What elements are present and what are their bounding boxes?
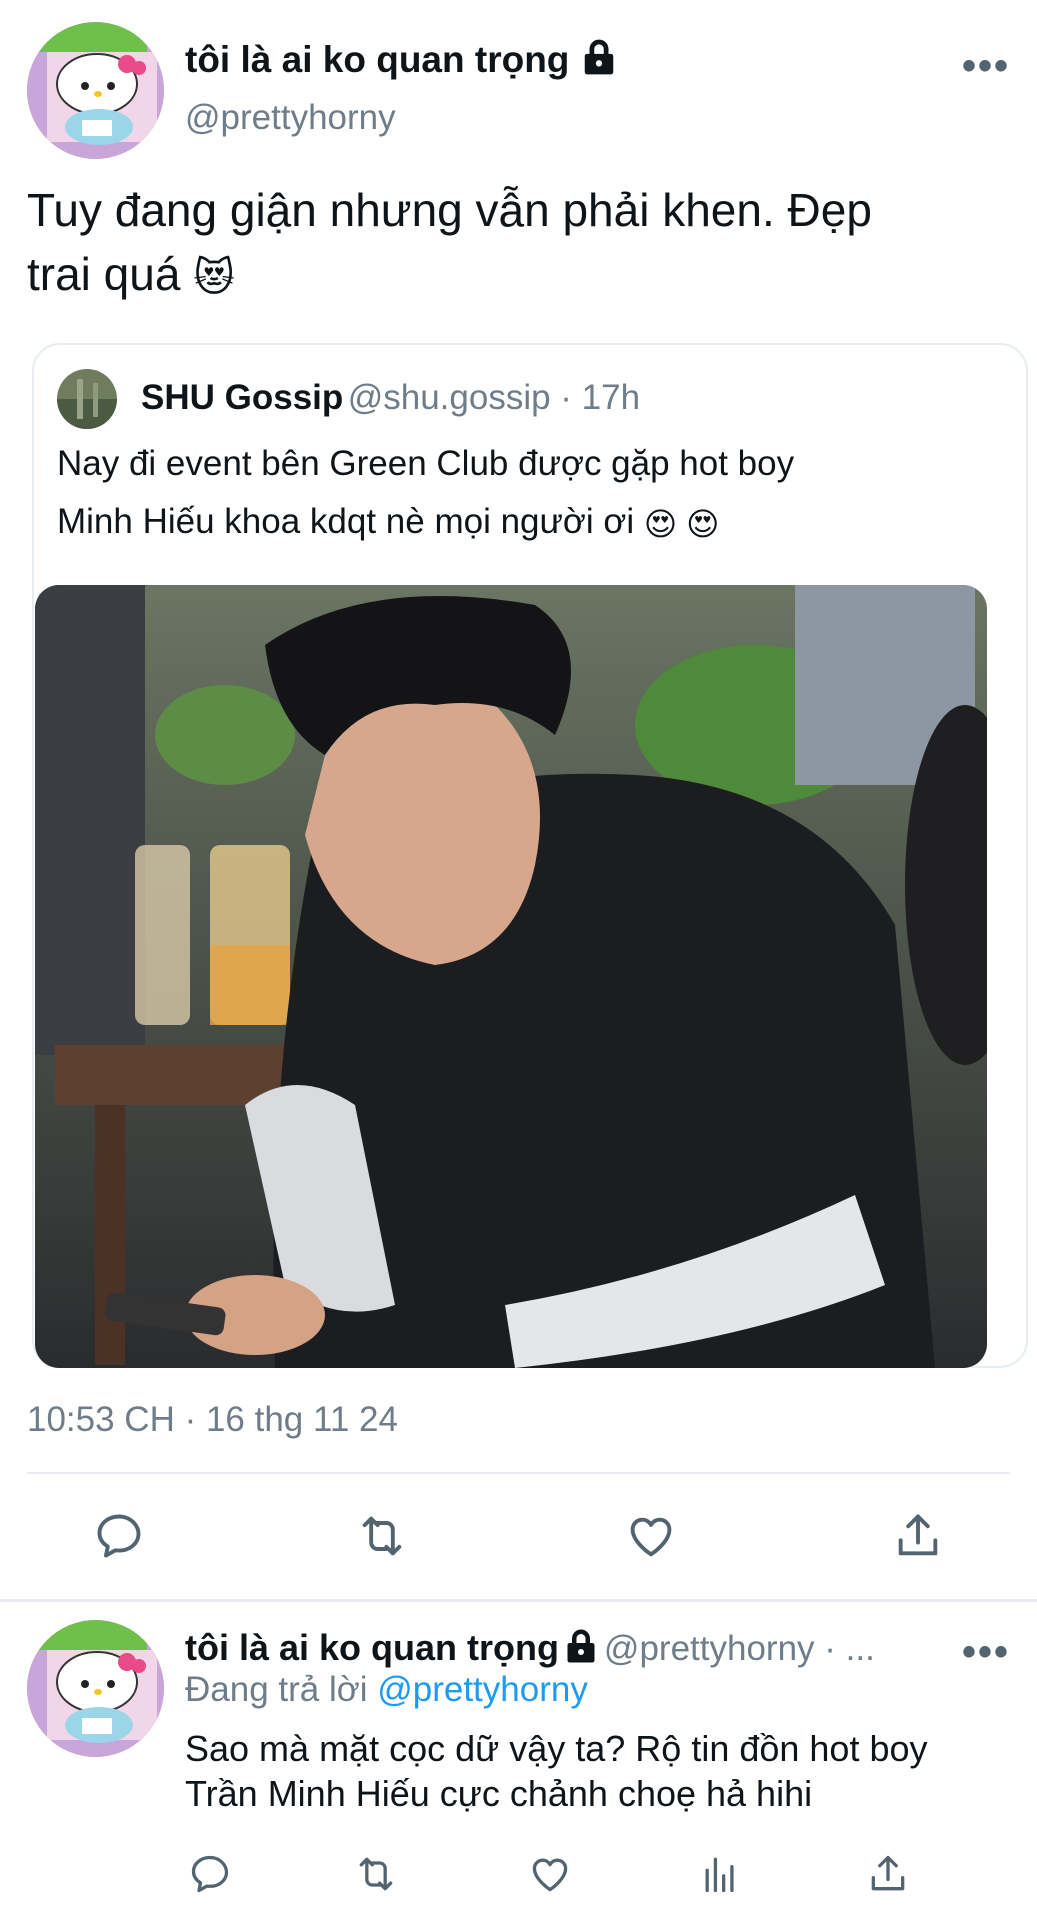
lock-icon <box>584 39 613 75</box>
tweet-timestamp[interactable]: 10:53 CH · 16 thg 11 24 <box>27 1400 398 1440</box>
heart-eyes-emoji: 😍 😍 <box>643 505 720 542</box>
lock-icon <box>567 1629 595 1663</box>
divider <box>0 1599 1037 1602</box>
reply-reply-button[interactable] <box>188 1852 232 1901</box>
reply-avatar[interactable] <box>27 1620 164 1757</box>
photo-of-man-with-phone <box>35 585 987 1368</box>
quoted-tweet-header: SHU Gossip @shu.gossip · 17h <box>141 378 640 418</box>
display-name[interactable]: tôi là ai ko quan trọng <box>185 38 618 81</box>
reply-retweet-button[interactable] <box>354 1852 398 1901</box>
replying-to: Đang trả lời @prettyhorny <box>185 1670 588 1709</box>
reply-icon <box>191 1855 229 1893</box>
share-button[interactable] <box>892 1510 944 1567</box>
quoted-avatar-image <box>57 369 117 429</box>
like-icon <box>532 1858 568 1892</box>
reply-text: Sao mà mặt cọc dữ vậy ta? Rộ tin đồn hot… <box>185 1728 928 1814</box>
quoted-tweet-photo[interactable] <box>35 585 987 1368</box>
reply-header: tôi là ai ko quan trọng @prettyhorny · .… <box>185 1627 875 1669</box>
avatar[interactable] <box>27 22 164 159</box>
retweet-icon <box>362 1516 402 1556</box>
more-options-button[interactable]: ••• <box>962 44 1010 89</box>
like-button[interactable] <box>625 1510 677 1567</box>
quoted-avatar <box>57 369 117 429</box>
reply-views-button[interactable] <box>698 1852 742 1901</box>
views-icon <box>705 1857 734 1893</box>
heart-eyes-cat-emoji: 😻 <box>193 255 235 300</box>
quoted-handle-time: @shu.gossip · 17h <box>347 378 641 417</box>
reply-more-options-button[interactable]: ••• <box>962 1630 1010 1675</box>
tweet-text: Tuy đang giận nhưng vẫn phải khen. Đẹp t… <box>27 178 1017 310</box>
share-icon <box>871 1855 905 1891</box>
share-icon <box>898 1514 938 1556</box>
tweet-text-line2: trai quá 😻 <box>27 242 1017 310</box>
like-icon <box>630 1517 672 1557</box>
reply-display-name[interactable]: tôi là ai ko quan trọng <box>185 1627 559 1668</box>
reply-like-button[interactable] <box>528 1852 572 1901</box>
divider <box>27 1472 1010 1474</box>
hello-kitty-avatar-image <box>27 22 164 159</box>
reply-handle[interactable]: @prettyhorny · ... <box>604 1629 875 1668</box>
reply-button[interactable] <box>93 1510 145 1567</box>
hello-kitty-avatar-image <box>27 1620 164 1757</box>
tweet-text-line1: Tuy đang giận nhưng vẫn phải khen. Đẹp <box>27 184 872 236</box>
quoted-tweet-text: Nay đi event bên Green Club được gặp hot… <box>57 435 997 553</box>
replying-to-mention[interactable]: @prettyhorny <box>377 1670 588 1709</box>
quoted-display-name[interactable]: SHU Gossip <box>141 378 343 417</box>
reply-icon <box>97 1514 141 1558</box>
retweet-icon <box>359 1857 393 1891</box>
retweet-button[interactable] <box>356 1510 408 1567</box>
reply-share-button[interactable] <box>866 1852 910 1901</box>
handle[interactable]: @prettyhorny <box>185 98 396 138</box>
